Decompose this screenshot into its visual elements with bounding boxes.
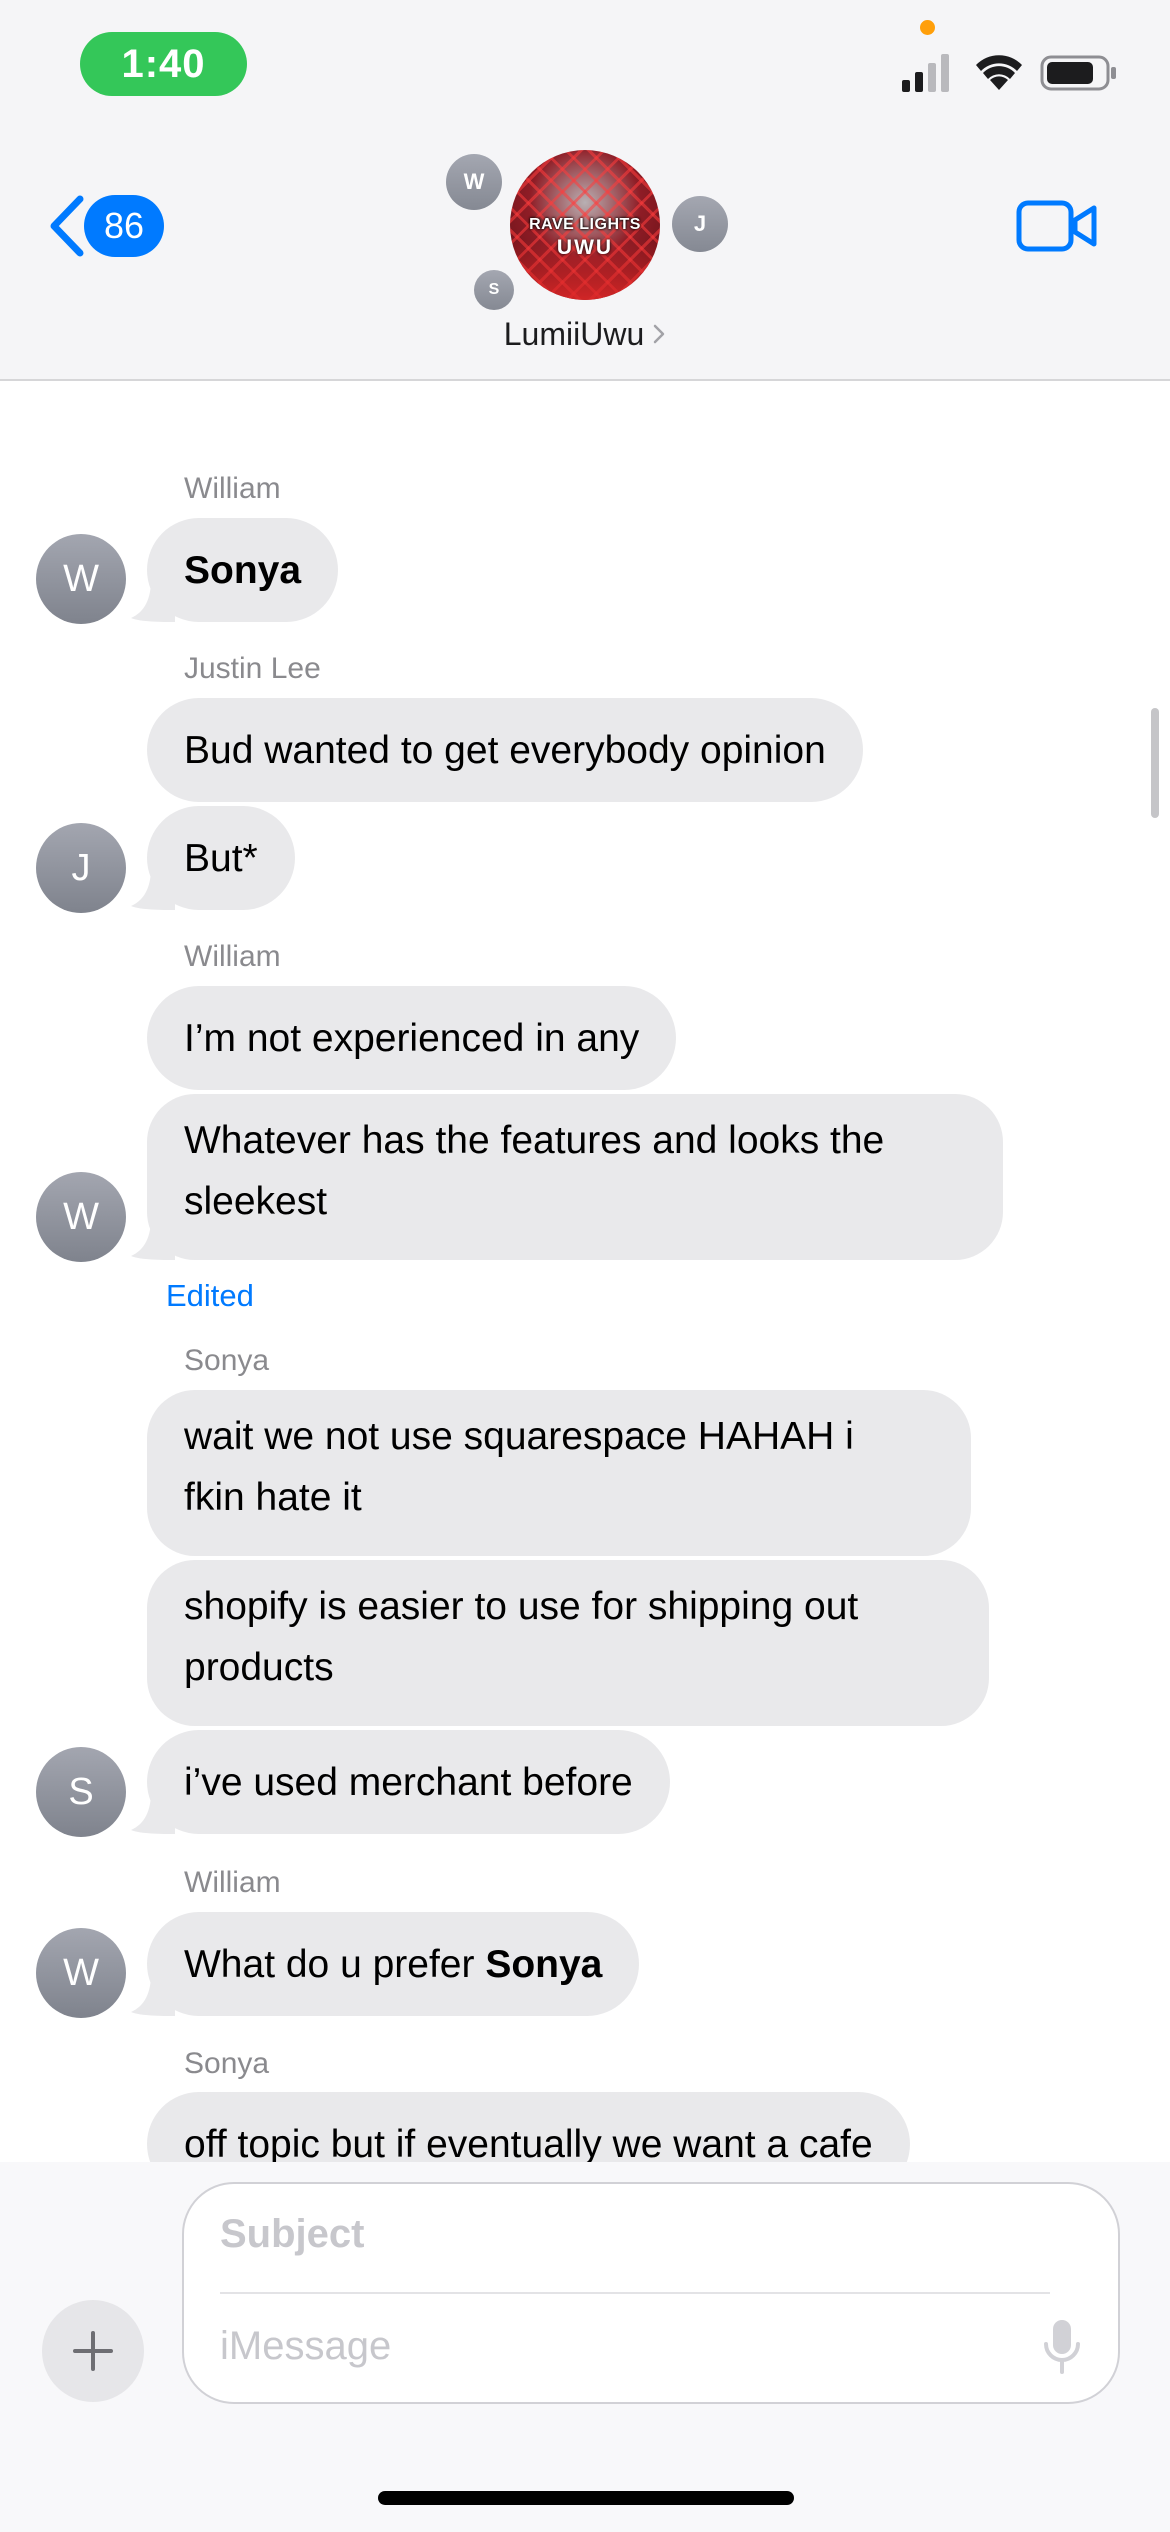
back-button[interactable]: 86 [44, 190, 184, 262]
group-avatar-logo-text: RAVE LIGHTS [529, 216, 641, 233]
messages-screen: 1:40 86 W J S RAVE LIGHTS UWU LumiiUwu W… [0, 0, 1170, 2532]
message-bubble[interactable]: But* [131, 806, 295, 910]
message-bubble[interactable]: I’m not experienced in any [147, 986, 677, 1090]
apps-plus-button[interactable] [42, 2300, 144, 2402]
sender-name: William [184, 940, 281, 973]
bubble-tail [131, 1218, 175, 1260]
chevron-left-icon [50, 195, 84, 257]
edited-label[interactable]: Edited [166, 1278, 254, 1314]
input-divider [220, 2292, 1050, 2294]
group-avatar-logo-subtext: UWU [556, 236, 614, 259]
member-avatar-sonya: S [474, 270, 514, 310]
avatar[interactable]: W [36, 1928, 126, 2018]
conversation-header: 1:40 86 W J S RAVE LIGHTS UWU LumiiUwu [0, 0, 1170, 381]
message-composer: Subject iMessage [0, 2162, 1170, 2532]
message-text: Sonya [184, 548, 302, 592]
bubble-tail [131, 868, 175, 910]
message-bubble[interactable]: Bud wanted to get everybody opinion [147, 698, 863, 802]
message-bubble[interactable]: Whatever has the features and looks the … [131, 1094, 1003, 1260]
group-avatar[interactable]: RAVE LIGHTS UWU [510, 150, 660, 300]
home-indicator[interactable] [378, 2491, 794, 2505]
video-camera-icon[interactable] [1016, 198, 1098, 254]
message-text: What do u prefer Sonya [184, 1942, 603, 1986]
message-text: But* [184, 836, 258, 880]
message-bubble[interactable]: Sonya [131, 518, 339, 622]
message-text: off topic but if eventually we want a ca… [184, 2122, 873, 2163]
message-text: shopify is easier to use for shipping ou… [184, 1585, 859, 1689]
message-bubble[interactable]: What do u prefer Sonya [131, 1912, 640, 2016]
privacy-indicator-dot [920, 20, 935, 35]
microphone-icon[interactable] [1042, 2318, 1082, 2376]
message-text: Bud wanted to get everybody opinion [184, 728, 826, 772]
message-text: Whatever has the features and looks the … [184, 1119, 885, 1223]
avatar[interactable]: W [36, 534, 126, 624]
status-icons [902, 54, 1116, 92]
sender-name: Sonya [184, 1344, 270, 1377]
chevron-right-icon [653, 324, 665, 344]
sender-name: Justin Lee [184, 652, 321, 685]
message-text: wait we not use squarespace HAHAH i fkin… [184, 1415, 854, 1519]
avatar[interactable]: J [36, 823, 126, 913]
message-bubble[interactable]: off topic but if eventually we want a ca… [147, 2092, 910, 2162]
cellular-signal-icon [902, 54, 949, 92]
avatar[interactable]: W [36, 1172, 126, 1262]
member-avatar-william: W [446, 154, 502, 210]
sender-name: William [184, 1866, 281, 1899]
wifi-icon [976, 55, 1022, 90]
sender-name: William [184, 472, 281, 505]
group-name: LumiiUwu [503, 315, 645, 352]
group-name-button[interactable]: LumiiUwu [460, 314, 710, 354]
message-input-box: Subject iMessage [182, 2182, 1120, 2404]
bubble-tail [131, 1974, 175, 2016]
bubble-tail [131, 580, 175, 622]
unread-count-badge: 86 [84, 195, 164, 257]
member-avatar-justin: J [672, 196, 728, 252]
message-input[interactable]: iMessage [220, 2324, 980, 2378]
avatar[interactable]: S [36, 1747, 126, 1837]
subject-field[interactable]: Subject [220, 2212, 1060, 2266]
message-thread: William W Sonya Justin Lee Bud wanted to… [0, 382, 1170, 2162]
status-time[interactable]: 1:40 [80, 32, 247, 96]
message-bubble[interactable]: i’ve used merchant before [131, 1730, 670, 1834]
bubble-tail [131, 1792, 175, 1834]
plus-icon [73, 2331, 113, 2371]
sender-name: Sonya [184, 2047, 270, 2080]
message-bubble[interactable]: shopify is easier to use for shipping ou… [147, 1560, 989, 1726]
message-text: I’m not experienced in any [184, 1016, 640, 1060]
message-text: i’ve used merchant before [184, 1760, 633, 1804]
battery-icon [1040, 55, 1116, 91]
message-bubble[interactable]: wait we not use squarespace HAHAH i fkin… [147, 1390, 971, 1556]
